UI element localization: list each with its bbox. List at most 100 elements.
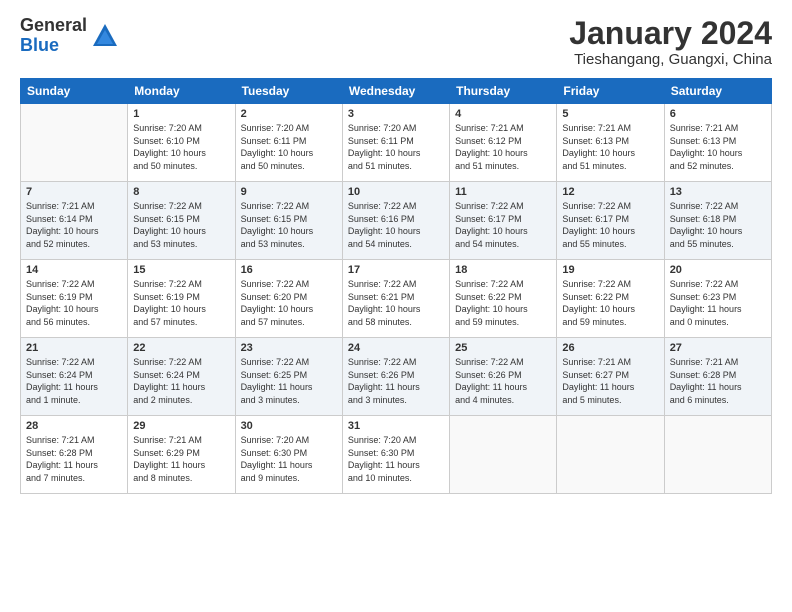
calendar-week-2: 14 Sunrise: 7:22 AM Sunset: 6:19 PM Dayli…: [21, 260, 772, 338]
day-number: 25: [455, 342, 551, 354]
day-info: Sunrise: 7:22 AM Sunset: 6:23 PM Dayligh…: [670, 278, 766, 328]
day-info: Sunrise: 7:22 AM Sunset: 6:15 PM Dayligh…: [241, 200, 337, 250]
day-info: Sunrise: 7:22 AM Sunset: 6:24 PM Dayligh…: [26, 356, 122, 406]
day-info: Sunrise: 7:21 AM Sunset: 6:29 PM Dayligh…: [133, 434, 229, 484]
col-header-thursday: Thursday: [450, 79, 557, 104]
calendar-cell: 3 Sunrise: 7:20 AM Sunset: 6:11 PM Daylig…: [342, 104, 449, 182]
calendar-cell: 1Sunrise: 7:20 AM Sunset: 6:10 PM Daylig…: [128, 104, 235, 182]
calendar-week-1: 7Sunrise: 7:21 AM Sunset: 6:14 PM Daylig…: [21, 182, 772, 260]
calendar-cell: 31 Sunrise: 7:20 AM Sunset: 6:30 PM Dayli…: [342, 416, 449, 494]
calendar-cell: 25 Sunrise: 7:22 AM Sunset: 6:26 PM Dayli…: [450, 338, 557, 416]
logo-blue: Blue: [20, 36, 87, 56]
day-info: Sunrise: 7:22 AM Sunset: 6:19 PM Dayligh…: [26, 278, 122, 328]
calendar-week-3: 21 Sunrise: 7:22 AM Sunset: 6:24 PM Dayli…: [21, 338, 772, 416]
calendar-week-0: 1Sunrise: 7:20 AM Sunset: 6:10 PM Daylig…: [21, 104, 772, 182]
day-info: Sunrise: 7:20 AM Sunset: 6:11 PM Dayligh…: [241, 122, 337, 172]
day-info: Sunrise: 7:22 AM Sunset: 6:17 PM Dayligh…: [455, 200, 551, 250]
day-info: Sunrise: 7:21 AM Sunset: 6:28 PM Dayligh…: [670, 356, 766, 406]
day-number: 29: [133, 420, 229, 432]
day-info: Sunrise: 7:22 AM Sunset: 6:15 PM Dayligh…: [133, 200, 229, 250]
day-info: Sunrise: 7:20 AM Sunset: 6:30 PM Dayligh…: [348, 434, 444, 484]
header: General Blue January 2024 Tieshangang, G…: [20, 16, 772, 68]
col-header-sunday: Sunday: [21, 79, 128, 104]
day-info: Sunrise: 7:22 AM Sunset: 6:18 PM Dayligh…: [670, 200, 766, 250]
day-info: Sunrise: 7:22 AM Sunset: 6:25 PM Dayligh…: [241, 356, 337, 406]
calendar-cell: 30Sunrise: 7:20 AM Sunset: 6:30 PM Dayli…: [235, 416, 342, 494]
calendar-cell: 8Sunrise: 7:22 AM Sunset: 6:15 PM Daylig…: [128, 182, 235, 260]
day-info: Sunrise: 7:21 AM Sunset: 6:13 PM Dayligh…: [670, 122, 766, 172]
calendar-cell: 14 Sunrise: 7:22 AM Sunset: 6:19 PM Dayli…: [21, 260, 128, 338]
day-number: 27: [670, 342, 766, 354]
calendar-cell: [664, 416, 771, 494]
calendar-cell: 6 Sunrise: 7:21 AM Sunset: 6:13 PM Daylig…: [664, 104, 771, 182]
calendar-cell: 11 Sunrise: 7:22 AM Sunset: 6:17 PM Dayli…: [450, 182, 557, 260]
day-number: 31: [348, 420, 444, 432]
col-header-wednesday: Wednesday: [342, 79, 449, 104]
day-info: Sunrise: 7:22 AM Sunset: 6:26 PM Dayligh…: [455, 356, 551, 406]
day-number: 10: [348, 186, 444, 198]
calendar-cell: 17 Sunrise: 7:22 AM Sunset: 6:21 PM Dayli…: [342, 260, 449, 338]
day-number: 15: [133, 264, 229, 276]
day-number: 23: [241, 342, 337, 354]
calendar-cell: 28Sunrise: 7:21 AM Sunset: 6:28 PM Dayli…: [21, 416, 128, 494]
day-number: 30: [241, 420, 337, 432]
day-number: 26: [562, 342, 658, 354]
day-number: 3: [348, 108, 444, 120]
col-header-monday: Monday: [128, 79, 235, 104]
calendar-cell: 22Sunrise: 7:22 AM Sunset: 6:24 PM Dayli…: [128, 338, 235, 416]
day-number: 17: [348, 264, 444, 276]
day-number: 22: [133, 342, 229, 354]
day-number: 13: [670, 186, 766, 198]
day-number: 14: [26, 264, 122, 276]
day-info: Sunrise: 7:22 AM Sunset: 6:16 PM Dayligh…: [348, 200, 444, 250]
calendar-cell: 12 Sunrise: 7:22 AM Sunset: 6:17 PM Dayli…: [557, 182, 664, 260]
calendar-cell: 7Sunrise: 7:21 AM Sunset: 6:14 PM Daylig…: [21, 182, 128, 260]
day-number: 6: [670, 108, 766, 120]
day-number: 2: [241, 108, 337, 120]
col-header-friday: Friday: [557, 79, 664, 104]
calendar-header: SundayMondayTuesdayWednesdayThursdayFrid…: [21, 79, 772, 104]
calendar-cell: 9Sunrise: 7:22 AM Sunset: 6:15 PM Daylig…: [235, 182, 342, 260]
day-number: 12: [562, 186, 658, 198]
day-info: Sunrise: 7:22 AM Sunset: 6:17 PM Dayligh…: [562, 200, 658, 250]
col-header-saturday: Saturday: [664, 79, 771, 104]
day-number: 21: [26, 342, 122, 354]
day-info: Sunrise: 7:22 AM Sunset: 6:19 PM Dayligh…: [133, 278, 229, 328]
day-info: Sunrise: 7:22 AM Sunset: 6:22 PM Dayligh…: [562, 278, 658, 328]
title-block: January 2024 Tieshangang, Guangxi, China: [569, 16, 772, 68]
calendar-cell: 2 Sunrise: 7:20 AM Sunset: 6:11 PM Daylig…: [235, 104, 342, 182]
calendar-cell: 13 Sunrise: 7:22 AM Sunset: 6:18 PM Dayli…: [664, 182, 771, 260]
calendar-cell: 19Sunrise: 7:22 AM Sunset: 6:22 PM Dayli…: [557, 260, 664, 338]
calendar-cell: 15 Sunrise: 7:22 AM Sunset: 6:19 PM Dayli…: [128, 260, 235, 338]
calendar-cell: 18 Sunrise: 7:22 AM Sunset: 6:22 PM Dayli…: [450, 260, 557, 338]
calendar-cell: [21, 104, 128, 182]
logo-icon: [91, 22, 119, 50]
day-info: Sunrise: 7:20 AM Sunset: 6:11 PM Dayligh…: [348, 122, 444, 172]
calendar-cell: 23 Sunrise: 7:22 AM Sunset: 6:25 PM Dayli…: [235, 338, 342, 416]
day-number: 18: [455, 264, 551, 276]
day-number: 1: [133, 108, 229, 120]
day-info: Sunrise: 7:21 AM Sunset: 6:13 PM Dayligh…: [562, 122, 658, 172]
day-number: 20: [670, 264, 766, 276]
day-number: 7: [26, 186, 122, 198]
day-info: Sunrise: 7:22 AM Sunset: 6:20 PM Dayligh…: [241, 278, 337, 328]
calendar-cell: 21 Sunrise: 7:22 AM Sunset: 6:24 PM Dayli…: [21, 338, 128, 416]
month-title: January 2024: [569, 16, 772, 51]
calendar-cell: [450, 416, 557, 494]
day-number: 24: [348, 342, 444, 354]
location: Tieshangang, Guangxi, China: [569, 51, 772, 68]
day-number: 4: [455, 108, 551, 120]
day-number: 16: [241, 264, 337, 276]
calendar-cell: 20 Sunrise: 7:22 AM Sunset: 6:23 PM Dayli…: [664, 260, 771, 338]
calendar-cell: 5Sunrise: 7:21 AM Sunset: 6:13 PM Daylig…: [557, 104, 664, 182]
calendar-cell: 24 Sunrise: 7:22 AM Sunset: 6:26 PM Dayli…: [342, 338, 449, 416]
calendar-cell: 26 Sunrise: 7:21 AM Sunset: 6:27 PM Dayli…: [557, 338, 664, 416]
day-info: Sunrise: 7:21 AM Sunset: 6:12 PM Dayligh…: [455, 122, 551, 172]
day-info: Sunrise: 7:22 AM Sunset: 6:26 PM Dayligh…: [348, 356, 444, 406]
day-info: Sunrise: 7:22 AM Sunset: 6:21 PM Dayligh…: [348, 278, 444, 328]
day-info: Sunrise: 7:22 AM Sunset: 6:22 PM Dayligh…: [455, 278, 551, 328]
logo: General Blue: [20, 16, 119, 56]
calendar-cell: 10 Sunrise: 7:22 AM Sunset: 6:16 PM Dayli…: [342, 182, 449, 260]
day-info: Sunrise: 7:21 AM Sunset: 6:27 PM Dayligh…: [562, 356, 658, 406]
day-number: 11: [455, 186, 551, 198]
